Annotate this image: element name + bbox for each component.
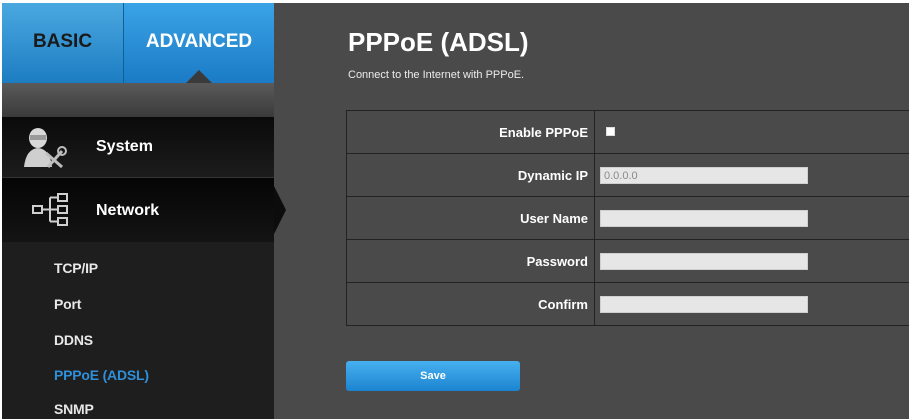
active-tab-notch [185,70,213,84]
form-row-password: Password [347,240,909,283]
network-tree-icon [32,192,72,233]
tab-advanced[interactable]: ADVANCED [124,3,274,84]
sidebar-item-network-label: Network [96,202,160,219]
app-frame: BASIC ADVANCED System Network TCP/IP Por… [2,3,909,419]
submenu-item-pppoe[interactable]: PPPoE (ADSL) [54,367,149,383]
sidebar-item-system[interactable]: System [2,117,274,178]
tab-basic[interactable]: BASIC [2,3,124,83]
submenu-item-ddns[interactable]: DDNS [54,332,93,348]
dynamic-ip-cell [595,154,909,196]
main-panel: PPPoE (ADSL) Connect to the Internet wit… [274,3,909,419]
submenu-item-port[interactable]: Port [54,296,81,312]
confirm-password-input[interactable] [600,296,808,313]
form-row-confirm: Confirm [347,283,909,325]
username-cell [595,197,909,239]
enable-pppoe-cell [595,111,909,153]
password-cell [595,240,909,282]
sidebar: BASIC ADVANCED System Network TCP/IP Por… [2,3,286,419]
confirm-cell [595,283,909,325]
username-label: User Name [347,197,595,239]
enable-pppoe-checkbox[interactable] [606,127,615,136]
page-title: PPPoE (ADSL) [348,27,529,57]
form-row-enable: Enable PPPoE [347,111,909,154]
sidebar-item-network[interactable]: Network [2,178,286,242]
confirm-label: Confirm [347,283,595,325]
password-label: Password [347,240,595,282]
dynamic-ip-field [600,167,808,184]
mode-tabs: BASIC ADVANCED [2,3,274,84]
submenu-item-tcpip[interactable]: TCP/IP [54,260,98,276]
password-input[interactable] [600,253,808,270]
tab-advanced-label: ADVANCED [145,31,253,52]
page-description: Connect to the Internet with PPPoE. [348,69,525,81]
pppoe-form-table: Enable PPPoE Dynamic IP User Name Passwo… [346,110,909,326]
sidebar-item-system-label: System [96,138,153,155]
form-row-dynamic-ip: Dynamic IP [347,154,909,197]
enable-pppoe-label: Enable PPPoE [347,111,595,153]
username-input[interactable] [600,210,808,227]
form-row-username: User Name [347,197,909,240]
sidebar-band [2,83,274,117]
submenu-item-snmp[interactable]: SNMP [54,401,94,417]
system-settings-icon [22,127,70,174]
save-button[interactable]: Save [346,361,520,391]
dynamic-ip-label: Dynamic IP [347,154,595,196]
